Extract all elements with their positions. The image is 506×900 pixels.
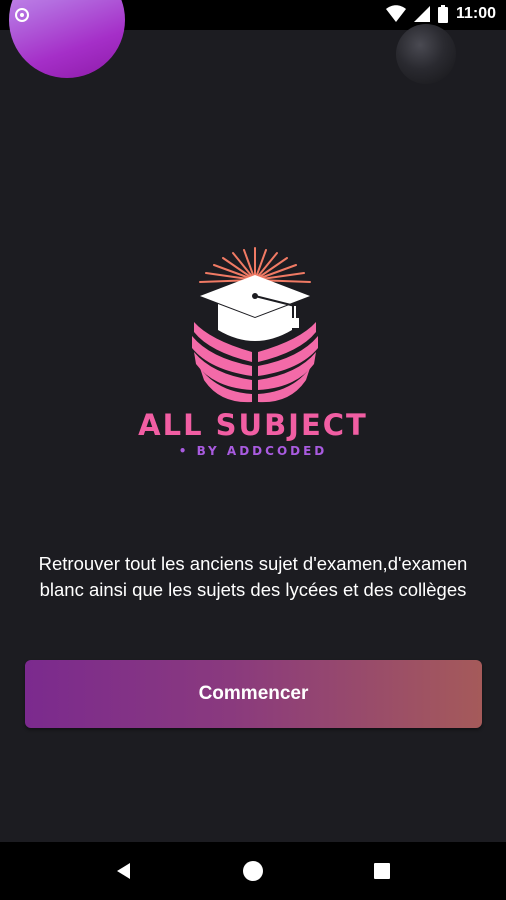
- recents-icon: [373, 863, 390, 879]
- navigation-bar: [0, 842, 506, 900]
- description-text: Retrouver tout les anciens sujet d'exame…: [0, 551, 506, 603]
- home-button[interactable]: [233, 851, 273, 891]
- back-icon: [117, 863, 131, 879]
- splash-screen: 11:00 ALL SUBJECT • BY ADDCODED Retrouve…: [0, 0, 506, 900]
- status-time: 11:00: [455, 5, 496, 22]
- description-line-2: blanc ainsi que les sujets des lycées et…: [39, 579, 467, 600]
- description-line-1: Retrouver tout les anciens sujet d'exame…: [38, 553, 468, 574]
- battery-icon: [437, 5, 448, 23]
- recents-button[interactable]: [362, 851, 402, 891]
- home-icon: [242, 861, 263, 881]
- logo-subtitle: • BY ADDCODED: [178, 444, 328, 458]
- start-button[interactable]: Commencer: [25, 660, 482, 728]
- signal-icon: [413, 6, 430, 22]
- logo-title: ALL SUBJECT: [138, 408, 368, 442]
- back-button[interactable]: [104, 851, 144, 891]
- decorative-dark-sphere: [396, 24, 456, 84]
- notification-dot-icon: [15, 8, 29, 22]
- wifi-icon: [385, 5, 406, 22]
- status-icons: 11:00: [385, 5, 496, 23]
